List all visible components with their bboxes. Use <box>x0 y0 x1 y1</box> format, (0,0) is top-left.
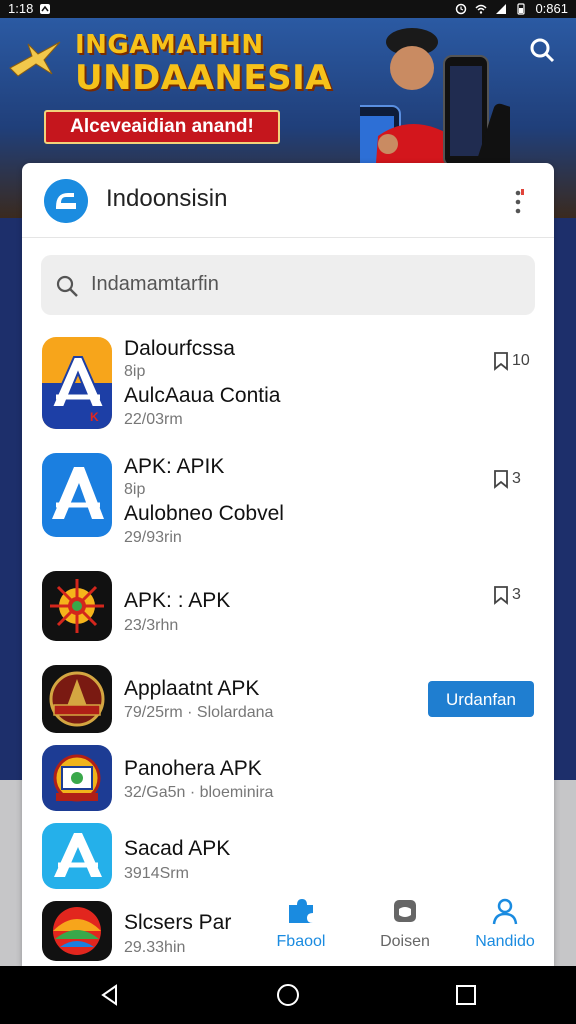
banner-headline-2: UNDAANESIA <box>75 58 333 98</box>
battery-icon <box>517 2 526 15</box>
garuda-bird-icon <box>9 41 61 77</box>
tab-fbaool[interactable]: Fbaool <box>256 893 346 967</box>
list-item[interactable]: APK: : APK 23/3rhn 3 <box>22 571 554 647</box>
search-placeholder: Indamamtarfin <box>91 273 219 295</box>
app-subtitle: 8ip <box>124 363 146 380</box>
app-meta: 22/03rm <box>124 411 183 428</box>
svg-text:K: K <box>90 410 99 424</box>
app-icon-colorful-sphere <box>42 901 112 961</box>
tab-nandido[interactable]: Nandido <box>460 893 550 967</box>
app-name: Sacad APK <box>124 837 231 860</box>
app-icon-a-orange: K <box>42 337 112 429</box>
bottom-tab-bar: Fbaool Doisen Nandido <box>256 893 554 967</box>
app-name: APK: : APK <box>124 589 231 612</box>
back-icon[interactable] <box>98 983 122 1007</box>
app-icon-a-blue <box>42 453 112 537</box>
app-name: APK: APIK <box>124 455 225 478</box>
tab-doisen[interactable]: Doisen <box>360 893 450 967</box>
recents-icon[interactable] <box>454 983 478 1007</box>
bookmark-button[interactable]: 3 <box>492 469 521 489</box>
status-time: 1:18 <box>8 1 34 16</box>
bookmark-count: 3 <box>512 470 521 487</box>
bookmark-count: 10 <box>512 352 530 369</box>
app-icon-a-lightblue <box>42 823 112 889</box>
bookmark-count: 3 <box>512 586 521 603</box>
bookmark-button[interactable]: 3 <box>492 585 521 605</box>
app-subtitle: 8ip <box>124 481 146 498</box>
app-developer: AulcAaua Contia <box>124 384 281 407</box>
bookmark-button[interactable]: 10 <box>492 351 530 371</box>
app-list-card: Indoonsisin Indamamtarfin K Dalourfcssa … <box>22 163 554 967</box>
tab-label: Nandido <box>475 933 535 950</box>
list-item[interactable]: APK: APIK 8ip Aulobneo Cobvel 29/93rin 3 <box>22 451 554 551</box>
app-name: Slcsers Par <box>124 911 232 934</box>
list-item[interactable]: Applaatnt APK 79/25rm · Slolardana Urdan… <box>22 663 554 735</box>
alarm-icon <box>456 3 467 14</box>
shield-icon <box>394 900 416 922</box>
more-options-icon[interactable] <box>512 189 524 215</box>
app-icon-emblem <box>42 745 112 811</box>
tab-label: Fbaool <box>276 933 326 950</box>
status-bar: 1:18 0:861 <box>0 0 576 18</box>
list-item[interactable]: Sacad APK 3914Srm <box>22 823 554 893</box>
bookmark-icon <box>494 470 508 489</box>
page-title: Indoonsisin <box>106 185 228 212</box>
signal-icon <box>496 3 507 14</box>
banner-search-icon[interactable] <box>528 36 556 64</box>
banner-ribbon: Alceveaidian anand! <box>44 110 280 144</box>
home-icon[interactable] <box>276 983 300 1007</box>
app-meta: 32/Ga5n · bloeminira <box>124 784 274 801</box>
app-name: Applaatnt APK <box>124 677 260 700</box>
search-icon <box>56 275 78 297</box>
app-meta: 29/93rin <box>124 529 182 546</box>
banner-headline-1: INGAMAHHN <box>75 30 264 60</box>
app-meta: 29.33hin <box>124 939 186 956</box>
install-button[interactable]: Urdanfan <box>428 681 534 717</box>
person-icon <box>492 898 518 925</box>
search-input[interactable]: Indamamtarfin <box>41 255 535 315</box>
app-developer: Aulobneo Cobvel <box>124 502 284 525</box>
list-item[interactable]: K Dalourfcssa 8ip AulcAaua Contia 22/03r… <box>22 333 554 433</box>
app-meta: 3914Srm <box>124 865 189 882</box>
app-meta: 79/25rm · Slolardana <box>124 704 274 721</box>
app-icon-sun-emblem <box>42 571 112 641</box>
app-name: Dalourfcssa <box>124 337 235 360</box>
app-logo-icon <box>44 179 88 223</box>
app-name: Panohera APK <box>124 757 262 780</box>
notification-icon <box>40 3 51 14</box>
system-navigation-bar <box>0 966 576 1024</box>
card-header: Indoonsisin <box>22 163 554 238</box>
bookmark-icon <box>494 586 508 605</box>
bookmark-icon <box>494 352 508 371</box>
wifi-icon <box>475 4 487 14</box>
tab-label: Doisen <box>380 933 430 950</box>
puzzle-icon <box>289 899 313 923</box>
app-meta: 23/3rhn <box>124 617 179 634</box>
status-right-text: 0:861 <box>535 1 568 16</box>
app-icon-badge <box>42 665 112 733</box>
list-item[interactable]: Panohera APK 32/Ga5n · bloeminira <box>22 745 554 817</box>
